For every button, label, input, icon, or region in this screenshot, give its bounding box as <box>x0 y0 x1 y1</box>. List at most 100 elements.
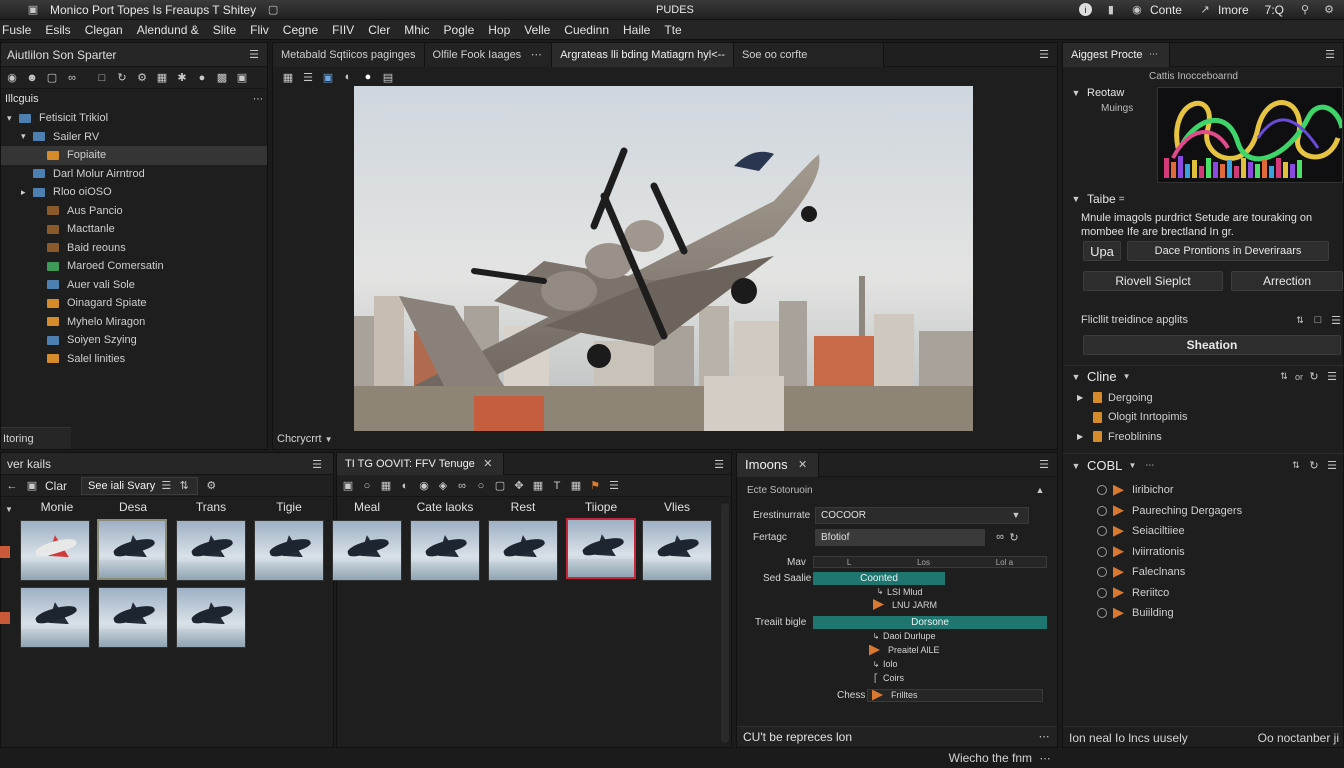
cobl-item[interactable]: Seiaciltiiee <box>1097 521 1344 542</box>
title-right-conte[interactable]: Conte <box>1150 3 1182 17</box>
thumbnail[interactable] <box>488 520 558 581</box>
tree-item[interactable]: Soiyen Szying <box>1 331 267 350</box>
flag-icon[interactable]: ⚑ <box>588 479 602 493</box>
cobl-item[interactable]: Paureching Dergagers <box>1097 501 1344 522</box>
thumbnail[interactable] <box>176 587 246 648</box>
riovell-button[interactable]: Riovell Sieplct <box>1083 271 1223 291</box>
menu-icon[interactable]: ☰ <box>1323 48 1337 62</box>
viewer-tab-1[interactable]: Metabald Sqtiicos paginges <box>273 42 425 67</box>
tree-item[interactable]: Maroed Comersatin <box>1 257 267 276</box>
sort-icon[interactable]: ⇅ <box>1289 459 1303 473</box>
window-icon[interactable]: ▢ <box>266 3 280 17</box>
contrast-icon[interactable]: ◐ <box>398 479 412 493</box>
chevron-down-icon[interactable]: ▼ <box>1069 459 1083 473</box>
record-icon[interactable]: ● <box>361 70 375 84</box>
radio-icon[interactable] <box>1097 526 1107 537</box>
cobl-item[interactable]: Iiribichor <box>1097 480 1344 501</box>
image-icon[interactable]: ▣ <box>235 71 249 85</box>
menu-item[interactable]: Fliv <box>250 23 269 37</box>
sort-icon[interactable]: ⇅ <box>177 479 191 493</box>
menu-item[interactable]: Clegan <box>85 23 123 37</box>
menu-icon[interactable]: ☰ <box>310 457 324 471</box>
tree-item[interactable]: Auer vali Sole <box>1 276 267 295</box>
viewer-tab-2[interactable]: Olfile Fook Iaages ⋯ <box>424 42 553 67</box>
menu-item[interactable]: Tte <box>664 23 681 37</box>
clear-button[interactable]: Clar <box>45 479 67 493</box>
column-header[interactable]: Trans <box>176 500 246 514</box>
list-icon[interactable]: ☰ <box>1325 459 1339 473</box>
info-icon[interactable]: i <box>1078 3 1092 16</box>
dace-button[interactable]: Dace Prontions in Deveriraars <box>1127 241 1329 261</box>
tag-icon[interactable]: ◈ <box>436 479 450 493</box>
title-right-imore[interactable]: Imore <box>1218 3 1249 17</box>
grid-icon[interactable]: ▦ <box>379 479 393 493</box>
frame-icon[interactable]: ▣ <box>321 70 335 84</box>
tree-item[interactable]: Darl Molur Airntrod <box>1 165 267 184</box>
fertage-field[interactable]: Bfotiof <box>815 528 985 546</box>
image-icon[interactable]: ▤ <box>381 70 395 84</box>
thumbnail[interactable] <box>176 520 246 581</box>
collapse-icon[interactable]: ▲ <box>1033 483 1047 497</box>
tree-toggle-icon[interactable]: ▾ <box>7 113 19 124</box>
scrollbar[interactable] <box>721 503 729 743</box>
list-icon[interactable]: ☰ <box>1325 370 1339 384</box>
tree-item[interactable]: Aus Pancio <box>1 202 267 221</box>
cobl-item[interactable]: Iviirrationis <box>1097 542 1344 563</box>
row-thumb-icon[interactable] <box>0 612 10 624</box>
tree-item[interactable]: Macttanle <box>1 220 267 239</box>
record-icon[interactable]: ◉ <box>417 479 431 493</box>
menu-item[interactable]: Haile <box>623 23 650 37</box>
settings-icon[interactable]: ⚙ <box>135 71 149 85</box>
thumbnail[interactable] <box>642 520 712 581</box>
upa-button[interactable]: Upa <box>1083 241 1121 261</box>
thumbnail[interactable] <box>410 520 480 581</box>
frame-icon[interactable]: □ <box>95 71 109 85</box>
thumbnail-selected[interactable] <box>97 519 167 580</box>
sheation-button[interactable]: Sheation <box>1083 335 1341 355</box>
column-header[interactable]: Vlies <box>642 500 712 514</box>
dot-icon[interactable]: ● <box>195 71 209 85</box>
square-icon[interactable]: ▢ <box>45 71 59 85</box>
frame-icon[interactable]: □ <box>1311 313 1325 327</box>
color-dropdown[interactable]: COCOOR ▼ <box>815 506 1029 524</box>
more-icon[interactable]: ⋯ <box>529 48 543 62</box>
move-icon[interactable]: ✥ <box>512 479 526 493</box>
text-icon[interactable]: T <box>550 479 564 493</box>
thumbnail-flagged[interactable] <box>566 518 636 579</box>
star-icon[interactable]: ✱ <box>175 71 189 85</box>
menu-icon[interactable]: ☰ <box>712 457 726 471</box>
grid-icon[interactable]: ▦ <box>155 71 169 85</box>
settings-icon[interactable]: ⚙ <box>1322 3 1336 17</box>
refresh-icon[interactable]: ↻ <box>1307 459 1321 473</box>
tree-toggle-icon[interactable]: ▸ <box>21 187 33 198</box>
thumbnail[interactable] <box>332 520 402 581</box>
refresh-icon[interactable]: ↻ <box>115 71 129 85</box>
square-icon[interactable]: ▢ <box>493 479 507 493</box>
more-icon[interactable]: ⋯ <box>1145 460 1154 471</box>
track-subitem[interactable]: Preaitel AlLE <box>737 643 1057 657</box>
frame-icon[interactable]: ▣ <box>341 479 355 493</box>
refresh-icon[interactable]: ↻ <box>1307 370 1321 384</box>
menu-item[interactable]: Mhic <box>404 23 429 37</box>
globe-icon[interactable]: ◉ <box>1130 3 1144 17</box>
arrection-button[interactable]: Arrection <box>1231 271 1343 291</box>
menu-item[interactable]: Cegne <box>283 23 318 37</box>
search-icon[interactable]: ⚲ <box>1298 3 1312 17</box>
sort-icon[interactable]: ⇅ <box>1277 370 1291 384</box>
crop-icon[interactable]: ▦ <box>531 479 545 493</box>
track-subitem[interactable]: LNU JARM <box>737 598 1057 611</box>
menu-item[interactable]: Alendund & <box>137 23 199 37</box>
close-icon[interactable]: ✕ <box>481 457 495 471</box>
list-icon[interactable]: ☰ <box>607 479 621 493</box>
menu-item[interactable]: Cuedinn <box>564 23 609 37</box>
chess-field[interactable]: Frilltes <box>867 688 1043 702</box>
tree-item[interactable]: ▸ Rloo oiOSO <box>1 183 267 202</box>
reset-icon[interactable]: ↻ <box>1007 530 1021 544</box>
inspector-tab[interactable]: Imoons ✕ <box>737 452 819 477</box>
radio-icon[interactable] <box>1097 587 1107 598</box>
circle-icon[interactable]: ○ <box>360 479 374 493</box>
menu-item[interactable]: Fusle <box>2 23 31 37</box>
radio-icon[interactable] <box>1097 505 1107 516</box>
tree-item[interactable]: ▾ Sailer RV <box>1 128 267 147</box>
cobl-item[interactable]: Buiilding <box>1097 603 1344 624</box>
